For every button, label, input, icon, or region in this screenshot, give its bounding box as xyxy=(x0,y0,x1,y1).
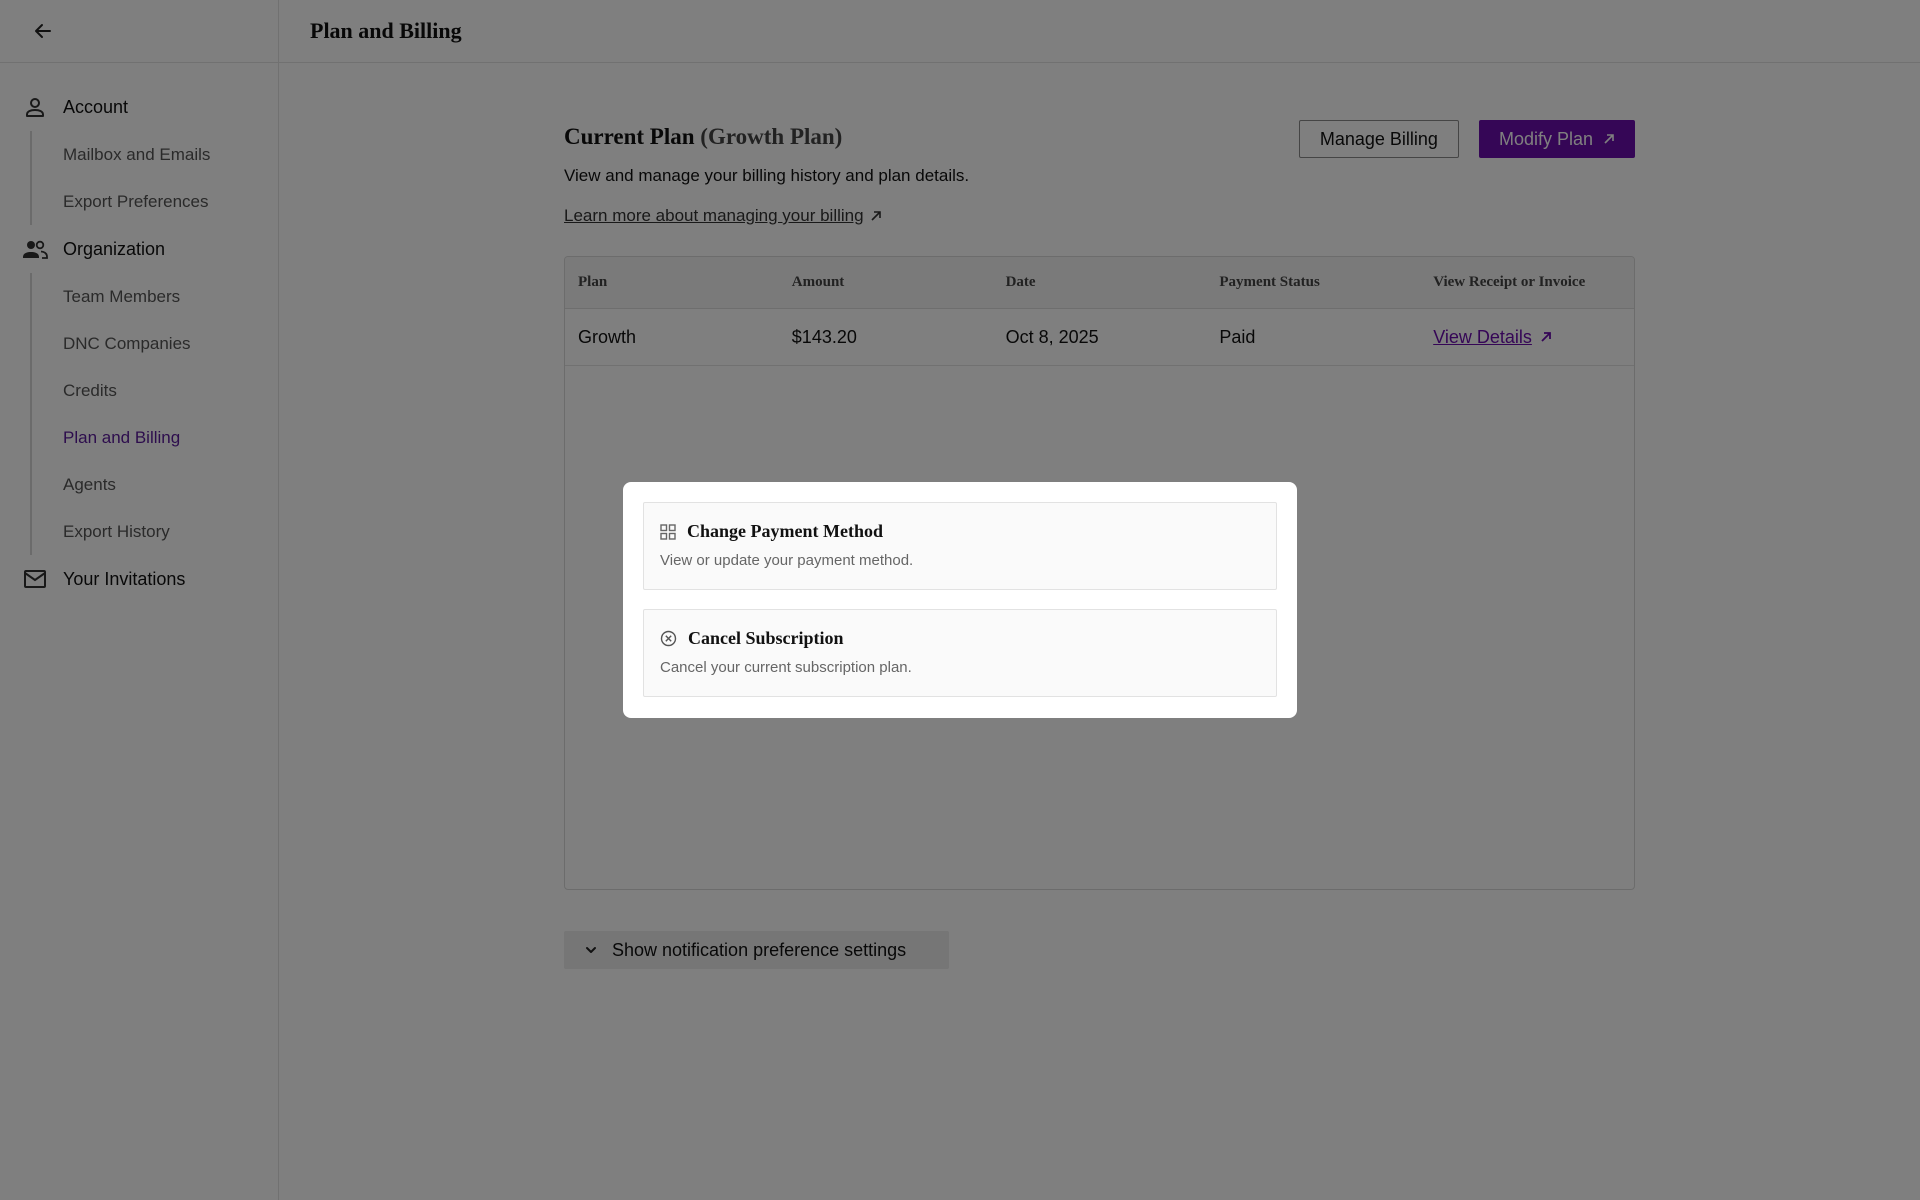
modify-plan-menu: Change Payment Method View or update you… xyxy=(623,482,1297,718)
grid-icon xyxy=(660,523,676,540)
change-payment-method-option[interactable]: Change Payment Method View or update you… xyxy=(643,502,1277,590)
cancel-subscription-option[interactable]: Cancel Subscription Cancel your current … xyxy=(643,609,1277,697)
cancel-subscription-title: Cancel Subscription xyxy=(688,628,844,648)
option-title: Cancel Subscription xyxy=(660,628,1260,649)
cancel-circle-icon xyxy=(660,630,677,647)
cancel-subscription-description: Cancel your current subscription plan. xyxy=(660,659,912,676)
change-payment-method-title: Change Payment Method xyxy=(687,521,883,541)
change-payment-method-description: View or update your payment method. xyxy=(660,552,914,569)
option-title: Change Payment Method xyxy=(660,521,1260,542)
